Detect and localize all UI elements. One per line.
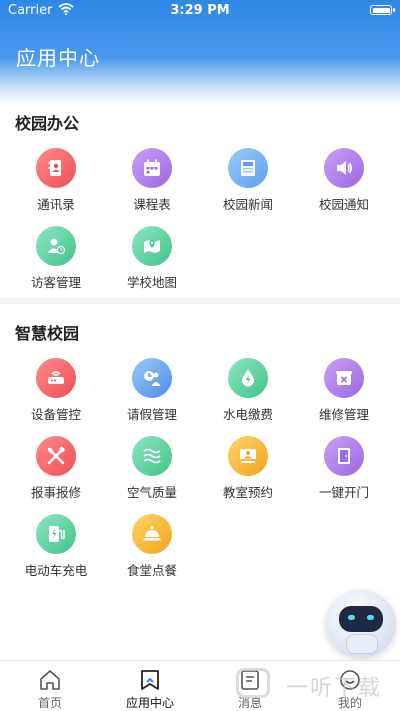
app-label: 通讯录 <box>37 197 75 212</box>
app-center-icon <box>141 670 159 690</box>
app-campus-notice[interactable]: 校园通知 <box>294 148 394 220</box>
app-visitor-management[interactable]: 访客管理 <box>6 226 106 298</box>
app-label: 校园新闻 <box>222 197 273 212</box>
watermark: 一听下载 <box>236 664 400 704</box>
dining-bell-icon <box>132 514 172 554</box>
tab-home[interactable]: 首页 <box>0 661 100 711</box>
section-divider <box>0 298 400 304</box>
watermark-text: 一听下载 <box>286 676 383 701</box>
app-campus-news[interactable]: 校园新闻 <box>198 148 298 220</box>
app-ev-charging[interactable]: 电动车充电 <box>6 514 106 586</box>
visitor-icon <box>36 226 76 266</box>
app-label: 课程表 <box>133 197 171 212</box>
app-label: 空气质量 <box>126 485 177 500</box>
door-icon <box>324 436 364 476</box>
app-contacts[interactable]: 通讯录 <box>6 148 106 220</box>
app-label: 校园通知 <box>318 197 369 212</box>
calendar-icon <box>132 148 172 188</box>
battery-icon <box>370 5 395 15</box>
water-bolt-icon <box>228 358 268 398</box>
repair-box-icon <box>324 358 364 398</box>
app-label: 水电缴费 <box>222 407 273 422</box>
tab-label: 首页 <box>37 696 62 710</box>
app-label: 维修管理 <box>318 407 369 422</box>
leave-icon <box>132 358 172 398</box>
watermark-logo-icon <box>236 668 270 698</box>
app-air-quality[interactable]: 空气质量 <box>102 436 202 508</box>
app-label: 一键开门 <box>318 485 369 500</box>
app-device-control[interactable]: 设备管控 <box>6 358 106 430</box>
tools-icon <box>36 436 76 476</box>
app-label: 请假管理 <box>126 407 177 422</box>
router-icon <box>36 358 76 398</box>
contacts-icon <box>36 148 76 188</box>
charging-icon <box>36 514 76 554</box>
app-label: 电动车充电 <box>24 563 88 578</box>
app-label: 访客管理 <box>30 275 81 290</box>
app-label: 学校地图 <box>126 275 177 290</box>
status-time: 3:29 PM <box>170 3 230 18</box>
app-canteen-order[interactable]: 食堂点餐 <box>102 514 202 586</box>
header-banner: Carrier 3:29 PM 应用中心 <box>0 0 400 104</box>
speaker-icon <box>324 148 364 188</box>
news-icon <box>228 148 268 188</box>
classroom-icon <box>228 436 268 476</box>
app-issue-report[interactable]: 报事报修 <box>6 436 106 508</box>
app-utility-payment[interactable]: 水电缴费 <box>198 358 298 430</box>
section-title-campus-office: 校园办公 <box>15 114 80 133</box>
map-pin-icon <box>132 226 172 266</box>
robot-body <box>346 634 378 654</box>
status-bar: Carrier 3:29 PM <box>0 0 400 22</box>
app-school-map[interactable]: 学校地图 <box>102 226 202 298</box>
app-one-tap-door[interactable]: 一键开门 <box>294 436 394 508</box>
app-label: 设备管控 <box>30 407 81 422</box>
tab-label: 应用中心 <box>125 696 174 710</box>
section-title-smart-campus: 智慧校园 <box>15 324 80 343</box>
app-leave-management[interactable]: 请假管理 <box>102 358 202 430</box>
app-timetable[interactable]: 课程表 <box>102 148 202 220</box>
home-icon <box>40 670 60 690</box>
tab-app-center[interactable]: 应用中心 <box>100 661 200 711</box>
app-classroom-booking[interactable]: 教室预约 <box>198 436 298 508</box>
app-label: 报事报修 <box>30 485 81 500</box>
app-label: 食堂点餐 <box>126 563 177 578</box>
air-waves-icon <box>132 436 172 476</box>
robot-face <box>339 606 383 632</box>
app-repair-management[interactable]: 维修管理 <box>294 358 394 430</box>
robot-icon[interactable] <box>326 590 396 658</box>
app-label: 教室预约 <box>222 485 273 500</box>
page-title: 应用中心 <box>16 46 100 70</box>
